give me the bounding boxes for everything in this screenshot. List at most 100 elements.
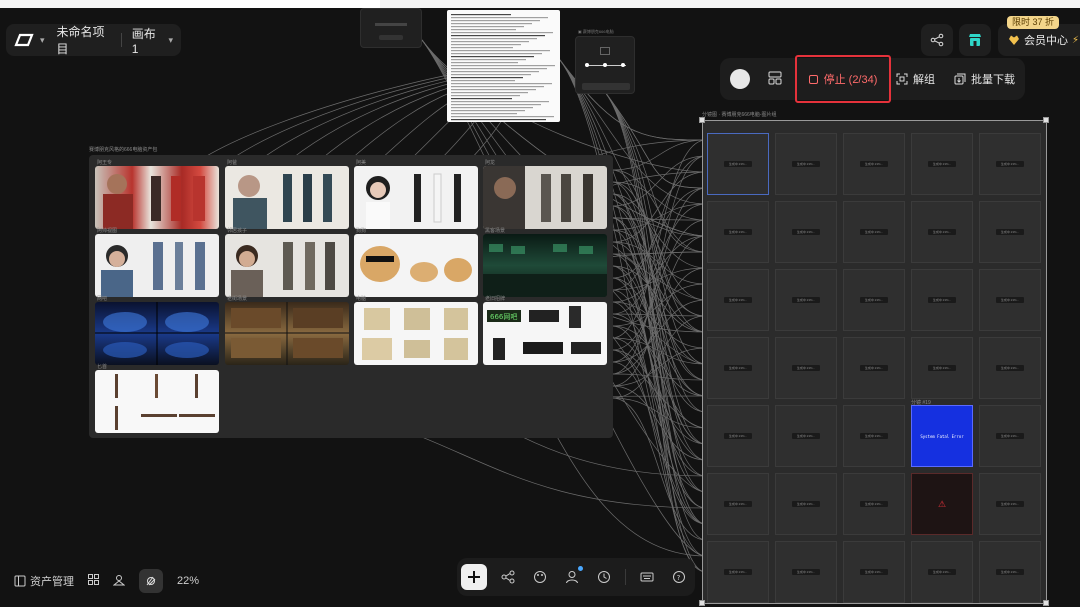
layout-grid-icon[interactable] bbox=[768, 71, 782, 88]
storyboard-cell[interactable]: 生成中 23%... bbox=[979, 473, 1041, 535]
chevron-down-icon[interactable]: ▾ bbox=[168, 35, 173, 46]
asset-thumb-character-3[interactable] bbox=[354, 166, 478, 229]
batch-download-button[interactable]: 批量下载 bbox=[954, 71, 1015, 87]
asset-manager-button[interactable]: 资产管理 bbox=[14, 573, 74, 589]
storyboard-cell[interactable]: 生成中 23%... bbox=[979, 201, 1041, 263]
asset-caption: 邻居孩子 bbox=[227, 228, 248, 234]
storyboard-cell[interactable]: 生成中 23%... bbox=[707, 201, 769, 263]
storyboard-cell[interactable]: 生成中 23%... bbox=[775, 541, 837, 603]
storyboard-cell[interactable]: 生成中 23%... bbox=[979, 133, 1041, 195]
script-document-node[interactable] bbox=[447, 10, 560, 122]
share-button[interactable] bbox=[921, 24, 953, 56]
storyboard-cell[interactable]: 生成中 23%... bbox=[775, 201, 837, 263]
asset-thumb-dagger[interactable] bbox=[95, 370, 219, 433]
asset-caption: 阿帅视图 bbox=[97, 228, 118, 234]
resize-handle-bl[interactable] bbox=[699, 600, 705, 606]
asset-thumb-character-1[interactable] bbox=[95, 166, 219, 229]
cell-status: 生成中 23%... bbox=[792, 569, 820, 575]
asset-thumb-character-4[interactable] bbox=[483, 166, 607, 229]
ungroup-button[interactable]: 解组 bbox=[896, 71, 935, 87]
asset-thumb-old-street[interactable] bbox=[225, 302, 349, 365]
asset-thumb-character-5[interactable] bbox=[95, 234, 219, 297]
storyboard-cell[interactable]: 生成中 23%... bbox=[775, 473, 837, 535]
asset-caption: 老街场景 bbox=[227, 296, 248, 302]
storyboard-cell[interactable]: 生成中 23%... bbox=[911, 541, 973, 603]
storyboard-cell[interactable]: 生成中 23%... bbox=[979, 269, 1041, 331]
storyboard-cell[interactable]: 生成中 23%... bbox=[707, 133, 769, 195]
resize-handle-tl[interactable] bbox=[699, 117, 705, 123]
storyboard-cell[interactable]: 生成中 23%... bbox=[979, 337, 1041, 399]
storyboard-cell[interactable]: 生成中 23%... bbox=[979, 405, 1041, 467]
canvas-selector[interactable]: 画布 1 bbox=[132, 25, 163, 56]
storyboard-cell[interactable]: 生成中 23%... bbox=[911, 133, 973, 195]
cell-status: 生成中 23%... bbox=[928, 297, 956, 303]
asset-thumb-dog[interactable] bbox=[354, 234, 478, 297]
cell-status: 生成中 23%... bbox=[724, 433, 752, 439]
asset-caption: 阿王专 bbox=[97, 160, 113, 166]
storyboard-cell[interactable]: 生成中 23%... bbox=[911, 337, 973, 399]
batch-download-label: 批量下载 bbox=[971, 74, 1015, 86]
storyboard-cell[interactable]: 生成中 23%... bbox=[843, 201, 905, 263]
storyboard-cell[interactable]: 生成中 23%... bbox=[775, 133, 837, 195]
storyboard-cell[interactable]: 生成中 23%... bbox=[707, 269, 769, 331]
snap-toggle-button[interactable] bbox=[139, 569, 163, 593]
storyboard-cell[interactable]: 生成中 23%... bbox=[775, 269, 837, 331]
asset-thumb-computer[interactable] bbox=[354, 302, 478, 365]
keyboard-shortcuts-button[interactable] bbox=[636, 566, 658, 588]
store-icon bbox=[969, 34, 981, 46]
style-button[interactable] bbox=[529, 566, 551, 588]
workflow-button[interactable] bbox=[497, 566, 519, 588]
app-logo-icon[interactable] bbox=[14, 31, 34, 49]
prompt-node[interactable] bbox=[360, 8, 422, 48]
history-button[interactable] bbox=[593, 566, 615, 588]
cell-status: 生成中 23%... bbox=[724, 229, 752, 235]
add-node-button[interactable] bbox=[461, 564, 487, 590]
project-name[interactable]: 未命名项目 bbox=[57, 23, 111, 57]
asset-thumb-character-2[interactable] bbox=[225, 166, 349, 229]
browser-tab-strip bbox=[0, 0, 1080, 8]
bottom-left-toolbar: 资产管理 22% bbox=[14, 568, 199, 594]
storyboard-cell[interactable]: 生成中 23%... bbox=[707, 405, 769, 467]
store-button[interactable] bbox=[959, 24, 991, 56]
storyboard-cell[interactable]: 生成中 23%... bbox=[911, 269, 973, 331]
storyboard-cell[interactable]: 生成中 23%... bbox=[843, 133, 905, 195]
zoom-level[interactable]: 22% bbox=[177, 575, 199, 587]
storyboard-cell[interactable]: 生成中 23%... bbox=[843, 541, 905, 603]
storyboard-cell[interactable]: 生成中 23%... bbox=[707, 473, 769, 535]
stop-generation-button[interactable]: 停止 (2/34) bbox=[795, 55, 891, 103]
storyboard-cell[interactable]: 生成中 23%... bbox=[979, 541, 1041, 603]
storyboard-group[interactable]: 生成中 23%... 生成中 23%... 生成中 23%... 生成中 23%...… bbox=[702, 120, 1047, 604]
resize-handle-tr[interactable] bbox=[1043, 117, 1049, 123]
document-text bbox=[451, 14, 555, 121]
crown-heart-icon bbox=[1009, 35, 1019, 45]
storyboard-cell-failed[interactable]: ⚠ bbox=[911, 473, 973, 535]
storyboard-cell-error-screen[interactable]: System Fatal Error bbox=[911, 405, 973, 467]
asset-thumb-old-sign[interactable]: 666网吧 bbox=[483, 302, 607, 365]
grid-view-icon[interactable] bbox=[88, 574, 99, 588]
asset-group[interactable]: 666网吧 阿王专 阿爸 阿美 阿龙 阿帅视图 邻居孩子 狗狗 黑客场景 网吧 老街场景 电脑 老旧招… bbox=[89, 155, 613, 438]
resize-handle-br[interactable] bbox=[1043, 600, 1049, 606]
asset-thumb-hacker-scene[interactable] bbox=[483, 234, 607, 297]
flow-node[interactable] bbox=[575, 36, 635, 94]
project-bar: ▾ 未命名项目 画布 1 ▾ bbox=[6, 24, 181, 56]
asset-thumb-character-6[interactable] bbox=[225, 234, 349, 297]
storyboard-cell[interactable]: 生成中 23%... bbox=[843, 405, 905, 467]
storyboard-cell[interactable]: 生成中 23%... bbox=[775, 337, 837, 399]
character-button[interactable] bbox=[561, 566, 583, 588]
storyboard-cell[interactable]: 生成中 23%... bbox=[775, 405, 837, 467]
help-button[interactable]: ? bbox=[668, 566, 690, 588]
storyboard-cell[interactable]: 生成中 23%... bbox=[843, 473, 905, 535]
cell-status: 生成中 23%... bbox=[860, 297, 888, 303]
storyboard-title: 分镜图 · 赛博朋克666电脑-图片组 bbox=[702, 112, 777, 118]
cell-status: 生成中 23%... bbox=[792, 501, 820, 507]
logo-menu-chevron-icon[interactable]: ▾ bbox=[40, 35, 45, 46]
storyboard-cell[interactable]: 生成中 23%... bbox=[843, 337, 905, 399]
color-swatch-button[interactable] bbox=[730, 69, 750, 89]
storyboard-cell[interactable]: 生成中 23%... bbox=[843, 269, 905, 331]
cell-status: 生成中 23%... bbox=[860, 501, 888, 507]
storyboard-cell[interactable]: 生成中 23%... bbox=[707, 541, 769, 603]
storyboard-cell[interactable]: 生成中 23%... bbox=[911, 201, 973, 263]
storyboard-cell[interactable]: 生成中 23%... bbox=[707, 337, 769, 399]
asset-thumb-cyber-cafe[interactable] bbox=[95, 302, 219, 365]
layers-icon[interactable] bbox=[112, 574, 126, 589]
